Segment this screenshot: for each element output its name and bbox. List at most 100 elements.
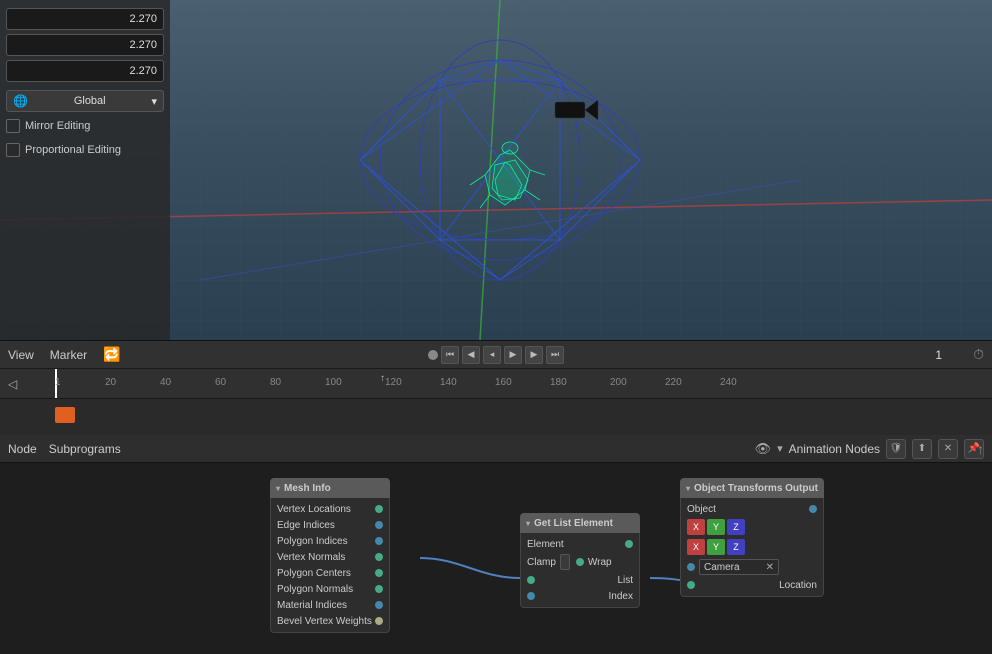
mesh-info-collapse[interactable]: ▾ — [276, 484, 280, 493]
y-btn2[interactable]: Y — [707, 539, 725, 555]
y-btn[interactable]: Y — [707, 519, 725, 535]
x-btn2[interactable]: X — [687, 539, 705, 555]
socket-location[interactable] — [687, 581, 695, 589]
socket-polygon-normals[interactable] — [375, 585, 383, 593]
jump-end-btn[interactable]: ⏭ — [546, 346, 564, 364]
proportional-editing-label: Proportional Editing — [25, 144, 121, 156]
transform-space-dropdown[interactable]: 🌐 Global ▾ — [6, 90, 164, 112]
get-list-element-collapse[interactable]: ▾ — [526, 519, 530, 528]
timeline: View Marker 🔁 ⏮ ◀ ◂ ▶ ▶ ⏭ 1 ⏱ ◁ 1 20 40 … — [0, 340, 992, 435]
ruler-mark-80: 80 — [270, 377, 281, 388]
node-editor-title-text: Animation Nodes — [789, 442, 880, 456]
mirror-editing-label: Mirror Editing — [25, 120, 90, 132]
ruler-mark-120: 120 — [385, 377, 402, 388]
socket-edge-indices[interactable] — [375, 521, 383, 529]
ruler-mark-180: 180 — [550, 377, 567, 388]
get-list-element-body: Element Clamp Wrap List Index — [520, 533, 640, 608]
mirror-editing-checkbox[interactable] — [6, 119, 20, 133]
export-btn[interactable]: ⬆ — [912, 439, 932, 459]
node-row-element: Element — [521, 536, 639, 552]
socket-polygon-indices[interactable] — [375, 537, 383, 545]
ruler-mark-40: 40 — [160, 377, 171, 388]
node-menu-node[interactable]: Node — [8, 442, 37, 456]
ruler-mark-200: 200 — [610, 377, 627, 388]
keyframe-bar[interactable] — [55, 407, 75, 423]
ruler-mark-100: 100 — [325, 377, 342, 388]
socket-element[interactable] — [625, 540, 633, 548]
clamp-label: Clamp — [527, 557, 556, 568]
shield-btn[interactable]: 🛡 — [886, 439, 906, 459]
get-list-element-title: Get List Element — [534, 518, 613, 529]
viewport-3d[interactable]: 2.270 2.270 2.270 🌐 Global ▾ Mirror Edit… — [0, 0, 992, 340]
frame-display[interactable]: 1 — [935, 348, 942, 362]
jump-start-btn[interactable]: ⏮ — [441, 346, 459, 364]
camera-dropdown[interactable]: Camera ✕ — [699, 559, 779, 575]
node-editor-header: Node Subprograms 👁 ▾ Animation Nodes 🛡 ⬆… — [0, 435, 992, 463]
node-editor-up-btn[interactable]: ↑ — [977, 441, 984, 457]
socket-list-in[interactable] — [527, 576, 535, 584]
node-menu-subprograms[interactable]: Subprograms — [49, 442, 121, 456]
object-transforms-header[interactable]: ▾ Object Transforms Output — [680, 478, 824, 498]
timeline-menu-view[interactable]: View — [8, 348, 34, 362]
x-value-field[interactable]: 2.270 — [6, 8, 164, 30]
node-row-vertex-loc: Vertex Locations — [271, 501, 389, 517]
xyz-row: X Y Z — [681, 517, 823, 537]
node-row-object: Object — [681, 501, 823, 517]
scroll-left-icon[interactable]: ◁ — [8, 377, 17, 391]
timeline-tracks[interactable] — [0, 399, 992, 436]
y-value-field[interactable]: 2.270 — [6, 34, 164, 56]
node-row-location: Location — [681, 577, 823, 593]
timeline-menu-marker[interactable]: Marker — [50, 348, 87, 362]
obj-transforms-collapse[interactable]: ▾ — [686, 484, 690, 493]
transform-space-icon: 🌐 — [13, 94, 28, 108]
object-transforms-output-node[interactable]: ▾ Object Transforms Output Object X Y Z — [680, 478, 824, 597]
socket-object[interactable] — [809, 505, 817, 513]
dropdown-arrow-icon: ▾ — [151, 95, 157, 108]
timeline-loop-icon[interactable]: 🔁 — [103, 346, 120, 363]
mirror-editing-row[interactable]: Mirror Editing — [6, 116, 164, 136]
z-btn[interactable]: Z — [727, 519, 745, 535]
socket-index-in[interactable] — [527, 592, 535, 600]
play-btn[interactable]: ▶ — [504, 346, 522, 364]
z-btn2[interactable]: Z — [727, 539, 745, 555]
node-row-index: Index — [521, 588, 639, 604]
socket-polygon-centers[interactable] — [375, 569, 383, 577]
next-keyframe-btn[interactable]: ▶ — [525, 346, 543, 364]
timeline-clock-icon: ⏱ — [973, 346, 984, 363]
mesh-info-node[interactable]: ▾ Mesh Info Vertex Locations Edge Indice… — [270, 478, 390, 633]
obj-transforms-title: Object Transforms Output — [694, 483, 818, 494]
socket-clamp[interactable] — [576, 558, 584, 566]
playback-dot — [428, 350, 438, 360]
close-editor-btn[interactable]: ✕ — [938, 439, 958, 459]
proportional-editing-checkbox[interactable] — [6, 143, 20, 157]
socket-vertex-normals[interactable] — [375, 553, 383, 561]
node-canvas[interactable]: ▾ Mesh Info Vertex Locations Edge Indice… — [0, 463, 992, 654]
list-label: List — [617, 575, 633, 586]
socket-material-indices[interactable] — [375, 601, 383, 609]
view-dropdown-arrow[interactable]: ▾ — [777, 442, 783, 455]
object-transforms-body: Object X Y Z X Y — [680, 498, 824, 597]
z-value-field[interactable]: 2.270 — [6, 60, 164, 82]
timeline-ruler[interactable]: ◁ 1 20 40 60 80 100 120 140 160 180 200 … — [0, 369, 992, 399]
x-btn[interactable]: X — [687, 519, 705, 535]
socket-bevel-weights[interactable] — [375, 617, 383, 625]
node-editor-view-icon[interactable]: 👁 — [755, 441, 772, 457]
clamp-wrap-row: Clamp Wrap — [521, 552, 639, 572]
socket-camera[interactable] — [687, 563, 695, 571]
camera-x-btn[interactable]: ✕ — [766, 562, 774, 573]
get-list-element-node[interactable]: ▾ Get List Element Element Clamp Wrap Li… — [520, 513, 640, 608]
node-row-edge-indices: Edge Indices — [271, 517, 389, 533]
ruler-mark-60: 60 — [215, 377, 226, 388]
mesh-info-header[interactable]: ▾ Mesh Info — [270, 478, 390, 498]
xyz-buttons: X Y Z — [687, 519, 745, 535]
proportional-editing-row[interactable]: Proportional Editing — [6, 140, 164, 160]
node-connections — [0, 463, 992, 654]
camera-label: Camera — [704, 562, 740, 573]
clamp-toggle[interactable] — [560, 554, 570, 570]
socket-vertex-locations[interactable] — [375, 505, 383, 513]
prev-keyframe-btn[interactable]: ◀ — [462, 346, 480, 364]
get-list-element-header[interactable]: ▾ Get List Element — [520, 513, 640, 533]
xyz-row2: X Y Z — [681, 537, 823, 557]
play-reverse-btn[interactable]: ◂ — [483, 346, 501, 364]
node-row-bevel-weights: Bevel Vertex Weights — [271, 613, 389, 629]
